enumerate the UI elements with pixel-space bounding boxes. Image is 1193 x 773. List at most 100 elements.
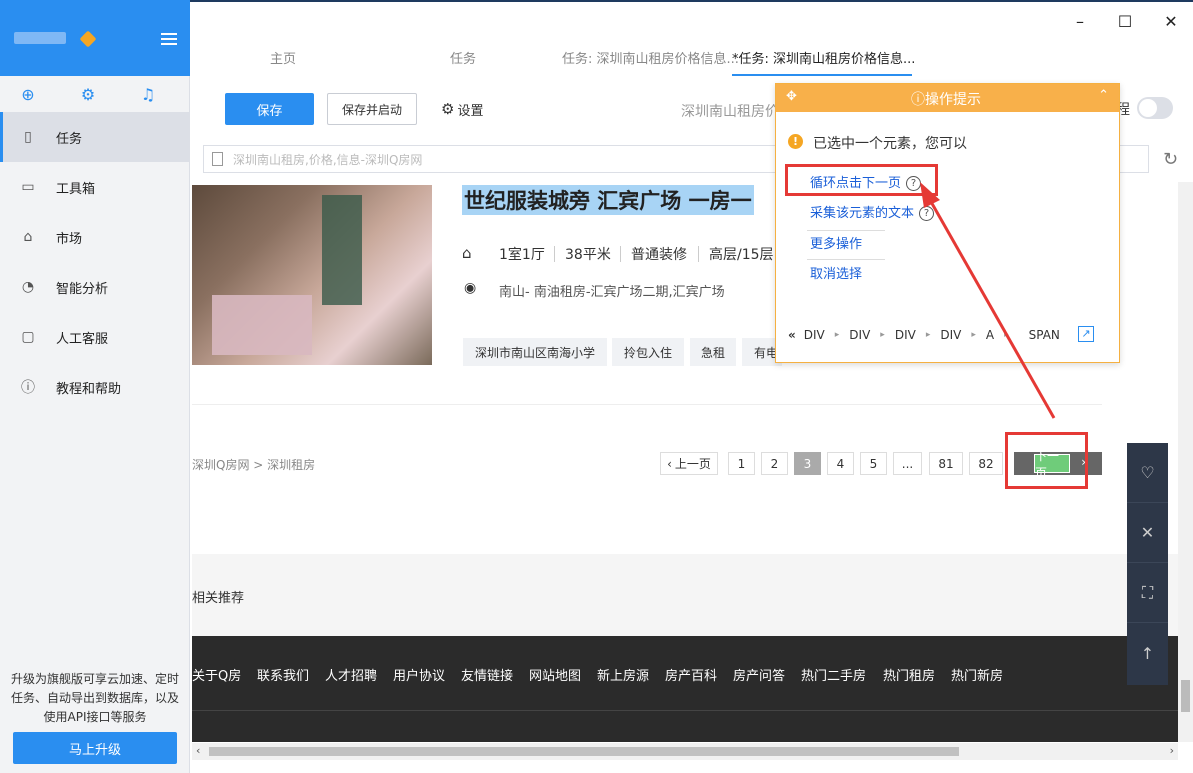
path-node[interactable]: SPAN xyxy=(1029,328,1060,342)
page-number[interactable]: 1 xyxy=(728,452,755,475)
location-pin-icon: ◉ xyxy=(464,280,477,296)
warning-icon: ! xyxy=(788,134,803,149)
sidebar-item-analysis[interactable]: ◔ 智能分析 xyxy=(0,262,189,312)
chevron-left-icon: ‹ xyxy=(667,456,672,471)
refresh-icon[interactable]: ↻ xyxy=(1163,149,1178,170)
sidebar: ⊕ ⚙ ♫ ▯ 任务 ▭ 工具箱 ⌂ 市场 ◔ 智能分析 ▢ 人工客服 ⓘ 教程… xyxy=(0,0,190,773)
menu-icon[interactable] xyxy=(161,33,177,45)
tab-task-2[interactable]: *任务: 深圳南山租房价格信息... xyxy=(732,48,915,76)
back-to-top-icon[interactable]: ↑ xyxy=(1127,623,1168,683)
sidebar-item-toolbox[interactable]: ▭ 工具箱 xyxy=(0,162,189,212)
sidebar-item-label: 人工客服 xyxy=(56,331,109,347)
close-icon[interactable]: ✕ xyxy=(1161,12,1181,32)
site-footer: 关于Q房 联系我们 人才招聘 用户协议 友情链接 网站地图 新上房源 房产百科 … xyxy=(192,636,1178,742)
info-icon: ⓘ xyxy=(911,92,925,108)
page-number[interactable]: 82 xyxy=(969,452,1003,475)
footer-link[interactable]: 关于Q房 xyxy=(192,665,241,684)
footer-link[interactable]: 联系我们 xyxy=(257,665,309,684)
more-actions-link[interactable]: 更多操作 xyxy=(810,233,862,252)
footer-link[interactable]: 热门二手房 xyxy=(801,665,866,684)
scroll-thumb[interactable] xyxy=(209,747,959,756)
bag-icon: ⌂ xyxy=(23,229,33,245)
add-icon[interactable]: ⊕ xyxy=(19,86,37,104)
path-node[interactable]: DIV xyxy=(940,328,961,342)
extract-text-action[interactable]: 采集该元素的文本? xyxy=(810,202,935,221)
divider xyxy=(807,230,885,231)
tab-task-1[interactable]: 任务: 深圳南山租房价格信息... xyxy=(562,48,739,76)
footer-link[interactable]: 房产问答 xyxy=(733,665,785,684)
gear-icon[interactable]: ⚙ xyxy=(79,86,97,104)
path-back-icon[interactable]: « xyxy=(788,328,796,342)
sidebar-item-help[interactable]: ⓘ 教程和帮助 xyxy=(0,362,189,412)
scroll-left-icon[interactable]: ‹ xyxy=(196,744,200,757)
listing-location[interactable]: 南山- 南油租房-汇宾广场二期,汇宾广场 xyxy=(499,281,725,300)
move-icon[interactable]: ✥ xyxy=(786,89,797,104)
vip-badge-icon xyxy=(79,30,97,48)
annotation-highlight-action xyxy=(785,164,938,196)
divider xyxy=(620,246,621,262)
chevron-right-icon: ▸ xyxy=(834,330,840,340)
task-title: 深圳南山租房价 xyxy=(681,104,779,120)
sidebar-item-market[interactable]: ⌂ 市场 xyxy=(0,212,189,262)
sidebar-item-tasks[interactable]: ▯ 任务 xyxy=(0,112,189,162)
footer-link[interactable]: 热门新房 xyxy=(951,665,1003,684)
breadcrumb[interactable]: 深圳Q房网 > 深圳租房 xyxy=(192,456,315,473)
page-number-current[interactable]: 3 xyxy=(794,452,821,475)
page-number[interactable]: 4 xyxy=(827,452,854,475)
scan-icon[interactable]: ⛶ xyxy=(1127,563,1168,623)
tag-chip[interactable]: 拎包入住 xyxy=(612,338,684,366)
headset-icon[interactable]: ♫ xyxy=(139,86,157,104)
heart-icon[interactable]: ♡ xyxy=(1127,443,1168,503)
sidebar-item-label: 智能分析 xyxy=(56,281,109,297)
chevron-right-icon: ▸ xyxy=(880,330,885,340)
footer-link[interactable]: 新上房源 xyxy=(597,665,649,684)
tag-chip[interactable]: 急租 xyxy=(690,338,736,366)
page-number[interactable]: 5 xyxy=(860,452,887,475)
minimize-icon[interactable]: – xyxy=(1070,12,1090,32)
path-node[interactable]: DIV xyxy=(804,328,825,342)
page-number[interactable]: 81 xyxy=(929,452,963,475)
settings-button[interactable]: ⚙ 设置 xyxy=(441,99,483,119)
footer-link[interactable]: 房产百科 xyxy=(665,665,717,684)
pie-chart-icon: ◔ xyxy=(21,279,35,295)
toggle-switch[interactable] xyxy=(1137,97,1173,119)
tools-icon[interactable]: ✕ xyxy=(1127,503,1168,563)
footer-link[interactable]: 用户协议 xyxy=(393,665,445,684)
vertical-scrollbar[interactable] xyxy=(1178,182,1193,742)
prev-page-button[interactable]: ‹ 上一页 xyxy=(660,452,718,475)
footer-link[interactable]: 友情链接 xyxy=(461,665,513,684)
footer-link[interactable]: 人才招聘 xyxy=(325,665,377,684)
footer-link[interactable]: 热门租房 xyxy=(883,665,935,684)
page-icon xyxy=(212,152,223,166)
footer-link[interactable]: 网站地图 xyxy=(529,665,581,684)
document-icon: ▯ xyxy=(24,129,32,145)
listing-photo[interactable] xyxy=(192,185,432,365)
chat-icon: ▢ xyxy=(21,329,35,345)
chevron-right-icon: ▸ xyxy=(925,330,931,340)
gear-icon: ⚙ xyxy=(441,100,455,118)
scroll-right-icon[interactable]: › xyxy=(1170,744,1174,757)
path-node[interactable]: DIV xyxy=(895,328,916,342)
maximize-icon[interactable]: ☐ xyxy=(1115,12,1135,32)
upgrade-button[interactable]: 马上升级 xyxy=(13,732,177,764)
sidebar-item-label: 教程和帮助 xyxy=(56,381,122,397)
listing-title[interactable]: 世纪服装城旁 汇宾广场 一房一 xyxy=(462,185,754,215)
save-button[interactable]: 保存 xyxy=(225,93,314,125)
help-icon[interactable]: ? xyxy=(919,206,935,221)
tab-home[interactable]: 主页 xyxy=(270,48,296,76)
footer-divider xyxy=(192,710,1178,711)
path-node[interactable]: A xyxy=(986,328,994,342)
horizontal-scrollbar[interactable]: ‹ › xyxy=(192,743,1178,760)
cancel-selection-link[interactable]: 取消选择 xyxy=(810,263,862,282)
tag-chip[interactable]: 深圳市南山区南海小学 xyxy=(463,338,607,366)
path-node[interactable]: DIV xyxy=(849,328,870,342)
external-link-icon[interactable]: ↗ xyxy=(1078,326,1094,342)
title-bar: – ☐ ✕ 主页 任务 任务: 深圳南山租房价格信息... *任务: 深圳南山租… xyxy=(190,0,1193,78)
scroll-thumb[interactable] xyxy=(1181,680,1190,712)
operation-tip-panel: ✥ ⓘ操作提示 ⌃ ! 已选中一个元素，您可以 循环点击下一页? 采集该元素的文… xyxy=(775,83,1120,363)
save-and-run-button[interactable]: 保存并启动 xyxy=(327,93,417,125)
collapse-icon[interactable]: ⌃ xyxy=(1098,88,1109,103)
sidebar-item-support[interactable]: ▢ 人工客服 xyxy=(0,312,189,362)
tab-tasks[interactable]: 任务 xyxy=(450,48,476,76)
page-number[interactable]: 2 xyxy=(761,452,788,475)
